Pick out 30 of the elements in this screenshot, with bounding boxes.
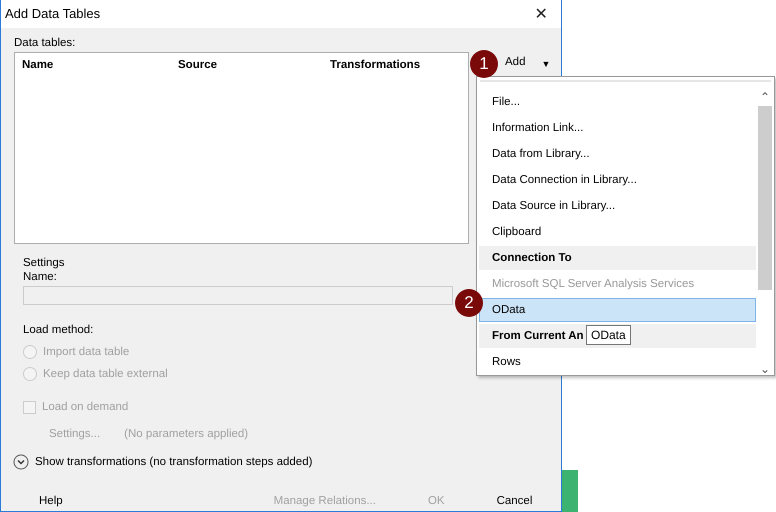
- data-tables-label: Data tables:: [14, 36, 76, 50]
- menu-item[interactable]: Rows: [479, 350, 756, 374]
- menu-item[interactable]: Data Source in Library...: [479, 194, 756, 218]
- menu-item[interactable]: Clipboard: [479, 220, 756, 244]
- column-header[interactable]: Transformations: [330, 58, 420, 72]
- name-label: Name:: [23, 270, 57, 284]
- scroll-down-button[interactable]: ⌄: [760, 362, 770, 376]
- menu-item[interactable]: Data from Library...: [479, 142, 756, 166]
- window-title: Add Data Tables: [5, 7, 100, 21]
- menu-item[interactable]: Data Connection in Library...: [479, 168, 756, 192]
- column-header[interactable]: Name: [22, 58, 178, 72]
- settings-heading: Settings: [23, 256, 65, 270]
- load-method-label: Load method:: [23, 323, 94, 337]
- dialog-button[interactable]: Cancel: [496, 494, 532, 508]
- scrollbar-thumb[interactable]: [758, 106, 772, 290]
- expand-icon[interactable]: [13, 454, 29, 470]
- menu-item[interactable]: Information Link...: [479, 116, 756, 140]
- dialog-button[interactable]: Help: [39, 494, 63, 508]
- parameters-note: (No parameters applied): [124, 427, 248, 441]
- menu-section-header: Connection To: [479, 246, 756, 270]
- show-transformations-label[interactable]: Show transformations (no transformation steps added): [35, 455, 312, 469]
- tooltip: OData: [586, 325, 631, 345]
- menu-item[interactable]: File...: [479, 90, 756, 114]
- add-button[interactable]: Add ▼: [501, 53, 554, 73]
- close-button[interactable]: ✕: [521, 0, 561, 28]
- scroll-up-button[interactable]: ⌃: [760, 90, 770, 104]
- data-tables-list[interactable]: Name Source Transformations: [14, 52, 469, 244]
- column-header[interactable]: Source: [178, 58, 330, 72]
- menu-item[interactable]: OData: [479, 298, 756, 322]
- background-bar: [562, 470, 578, 512]
